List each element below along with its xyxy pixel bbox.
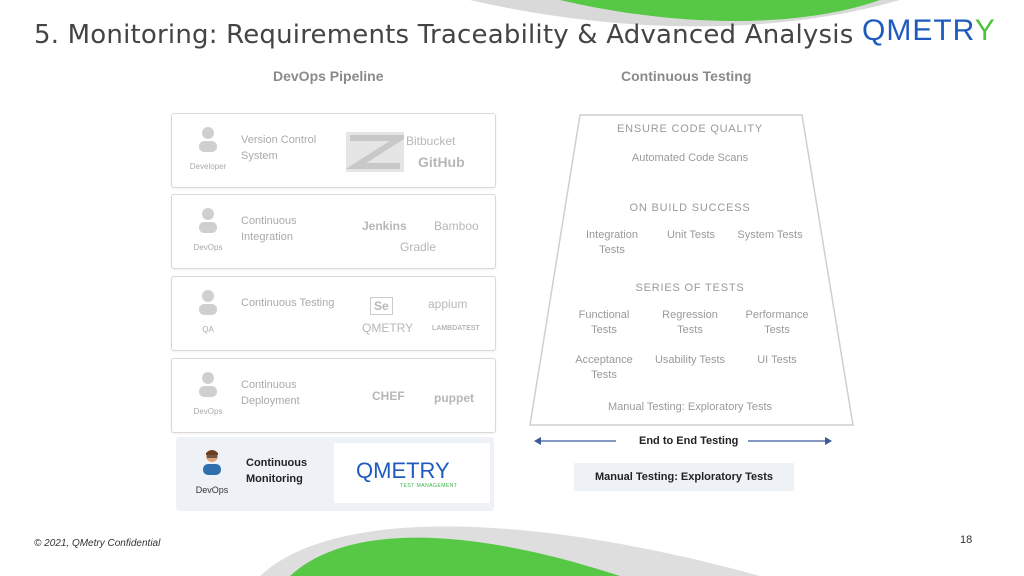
stage-tools: Se appium QMETRY LAMBDATEST <box>342 285 490 343</box>
qa-avatar-icon <box>199 290 217 315</box>
stage-role: Developer <box>180 124 236 171</box>
qmetry-logo: QMETRY <box>862 14 996 48</box>
footer-copyright: © 2021, QMetry Confidential <box>34 538 161 549</box>
tool-qmetry: QMETRY <box>362 321 414 335</box>
stage-tools: CHEF puppet <box>342 367 490 425</box>
stage-tools: Bitbucket GitHub <box>342 122 490 180</box>
tool-lambdatest: LAMBDATEST <box>432 325 480 332</box>
role-label: Developer <box>189 162 227 171</box>
test-ui: UI Tests <box>738 353 816 387</box>
stage-role: QA <box>180 287 236 334</box>
tool-chef: CHEF <box>372 389 405 403</box>
tool-jenkins: Jenkins <box>362 219 407 233</box>
test-regression: Regression Tests <box>652 308 728 342</box>
stage-label: Continuous Deployment <box>241 379 300 407</box>
tool-qmetry-text: QMETRY <box>356 458 450 483</box>
devops-avatar-icon <box>203 450 221 475</box>
section-series-of-tests: SERIES OF TESTS <box>635 282 745 294</box>
test-usability: Usability Tests <box>652 353 728 387</box>
logo-tail: Y <box>974 14 996 47</box>
manual-testing-exploratory-box: Manual Testing: Exploratory Tests <box>574 463 794 491</box>
tool-selenium: Se <box>370 297 393 315</box>
developer-avatar-icon <box>199 127 217 152</box>
stage-role: DevOps <box>184 447 240 495</box>
tool-appium: appium <box>428 297 468 311</box>
test-unit: Unit Tests <box>655 228 727 262</box>
tool-github: GitHub <box>418 154 465 170</box>
role-label: DevOps <box>193 243 223 252</box>
page-number: 18 <box>960 534 973 546</box>
section-ensure-code-quality: ENSURE CODE QUALITY <box>616 123 763 135</box>
stage-label: Continuous Testing <box>241 297 335 309</box>
monitoring-tool-box: QMETRY TEST MANAGEMENT <box>334 443 490 503</box>
devops-avatar-icon <box>199 208 217 233</box>
section-on-build-success: ON BUILD SUCCESS <box>629 202 751 214</box>
role-label: QA <box>202 325 214 334</box>
pipeline-stage-continuous-deployment: DevOps Continuous Deployment CHEF puppet <box>171 358 496 433</box>
pipeline-stage-version-control: Developer Version Control System Bitbuck… <box>171 113 496 188</box>
stage-role: DevOps <box>180 369 236 416</box>
devops-pipeline-heading: DevOps Pipeline <box>273 68 384 84</box>
role-label: DevOps <box>193 407 223 416</box>
test-system: System Tests <box>734 228 806 262</box>
devops-avatar-icon <box>199 372 217 397</box>
pipeline-stage-continuous-monitoring: DevOps Continuous Monitoring QMETRY TEST… <box>176 437 494 511</box>
tool-bamboo: Bamboo <box>434 219 479 233</box>
tool-qmetry-logo: QMETRY <box>356 458 450 484</box>
stage-label: Continuous Integration <box>241 215 297 243</box>
tool-qmetry-subtitle: TEST MANAGEMENT <box>400 483 458 489</box>
stage-tools: Jenkins Bamboo Gradle <box>342 203 490 261</box>
test-integration: Integration Tests <box>576 228 648 262</box>
pipeline-stage-continuous-testing: QA Continuous Testing Se appium QMETRY L… <box>171 276 496 351</box>
tool-bitbucket: Bitbucket <box>406 134 456 148</box>
role-label: DevOps <box>195 485 229 495</box>
continuous-testing-heading: Continuous Testing <box>621 68 752 84</box>
test-performance: Performance Tests <box>738 308 816 342</box>
test-functional: Functional Tests <box>566 308 642 342</box>
inner-manual-testing: Manual Testing: Exploratory Tests <box>578 396 802 418</box>
end-to-end-testing-label: End to End Testing <box>639 435 739 447</box>
test-acceptance: Acceptance Tests <box>566 353 642 387</box>
logo-text: QMETR <box>862 14 975 47</box>
stage-label: Version Control System <box>241 134 317 162</box>
tool-logo-icon <box>346 132 404 172</box>
test-automated-code-scans: Automated Code Scans <box>627 149 753 183</box>
stage-label: Continuous Monitoring <box>246 457 308 485</box>
tool-puppet: puppet <box>434 391 474 405</box>
tool-gradle: Gradle <box>400 240 437 254</box>
slide-title: 5. Monitoring: Requirements Traceability… <box>34 20 854 50</box>
pipeline-stage-continuous-integration: DevOps Continuous Integration Jenkins Ba… <box>171 194 496 269</box>
stage-role: DevOps <box>180 205 236 252</box>
